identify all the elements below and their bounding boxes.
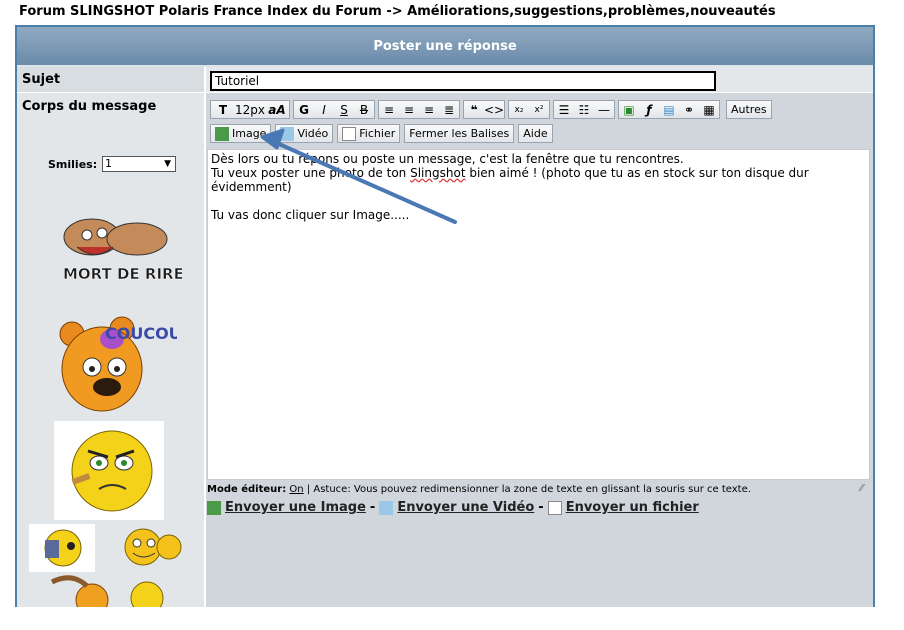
editor-mode-label: Mode éditeur:	[207, 484, 287, 495]
align-left-icon[interactable]: ≡	[379, 101, 399, 118]
script-group: x₂ x²	[508, 100, 550, 119]
file-icon	[547, 500, 562, 515]
font-type-icon[interactable]: T	[213, 101, 233, 118]
close-tags-button[interactable]: Fermer les Balises	[404, 124, 515, 143]
resize-grip-icon[interactable]: ⁄⁄	[860, 483, 863, 494]
horizontal-rule-icon[interactable]: —	[594, 101, 614, 118]
editor-tip: | Astuce: Vous pouvez redimensionner la …	[306, 484, 751, 495]
right-column: Tutoriel T 12px aA G I S B ≡ ≡ ≡ ≣ ❝ <> …	[206, 67, 873, 607]
form-header: Poster une réponse	[17, 27, 873, 65]
editor-line-5: Tu vas donc cliquer sur Image.....	[211, 208, 410, 222]
quote-group: ❝ <>	[463, 100, 505, 119]
editor-line-3: évidemment)	[211, 180, 292, 194]
list-group: ☰ ☷ —	[553, 100, 615, 119]
breadcrumb[interactable]: Forum SLINGSHOT Polaris France Index du …	[19, 4, 776, 19]
font-style-icon[interactable]: aA	[267, 101, 287, 118]
emoticon-angry-frame[interactable]	[54, 421, 164, 520]
emoticon-angry	[71, 430, 153, 512]
left-column: Sujet Corps du message Smilies: 1 ▼ MORT…	[17, 67, 204, 607]
emoticon-small-1[interactable]	[29, 524, 95, 572]
coucou-text: COUCOU	[105, 324, 177, 343]
bullet-list-icon[interactable]: ☰	[554, 101, 574, 118]
video-button[interactable]: Vidéo	[275, 124, 334, 143]
video-insert-icon[interactable]: ▤	[659, 101, 679, 118]
font-size-button[interactable]: 12px	[233, 101, 267, 118]
file-button[interactable]: Fichier	[337, 124, 401, 143]
subject-label: Sujet	[22, 72, 61, 87]
picture-icon	[207, 500, 221, 515]
editor-line-1: Dès lors ou tu répons ou poste un messag…	[211, 152, 684, 166]
align-justify-icon[interactable]: ≣	[439, 101, 459, 118]
send-video-link[interactable]: Envoyer une Vidéo	[397, 500, 534, 515]
format-group: G I S B	[293, 100, 375, 119]
smilies-select[interactable]: 1 ▼	[102, 156, 176, 172]
video-icon	[280, 126, 295, 141]
image-insert-icon[interactable]: ▣	[619, 101, 639, 118]
numbered-list-icon[interactable]: ☷	[574, 101, 594, 118]
subscript-icon[interactable]: x₂	[509, 101, 529, 118]
file-button-label: Fichier	[359, 127, 396, 140]
post-reply-form: Poster une réponse Sujet Corps du messag…	[15, 25, 875, 607]
file-icon	[342, 126, 357, 141]
link-icon[interactable]: ⚭	[679, 101, 699, 118]
chevron-down-icon: ▼	[164, 159, 171, 169]
video-icon	[379, 500, 394, 515]
editor-line-2: Tu veux poster une photo de ton Slingsho…	[211, 166, 809, 180]
image-button-label: Image	[232, 127, 267, 140]
underline-button[interactable]: S	[334, 101, 354, 118]
subject-label-cell: Sujet	[17, 67, 204, 93]
message-textarea[interactable]: Dès lors ou tu répons ou poste un messag…	[207, 149, 870, 480]
emoticon-mort-de-rire[interactable]: MORT DE RIRE	[47, 207, 182, 282]
image-button[interactable]: Image	[210, 124, 272, 143]
others-button[interactable]: Autres	[726, 100, 772, 119]
quote-icon[interactable]: ❝	[464, 101, 484, 118]
bold-button[interactable]: G	[294, 101, 314, 118]
toolbar-row-1: T 12px aA G I S B ≡ ≡ ≡ ≣ ❝ <> x₂ x² ☰ ☷…	[210, 100, 772, 119]
smilies-label: Smilies:	[48, 158, 98, 171]
smilies-select-value: 1	[105, 157, 112, 170]
italic-button[interactable]: I	[314, 101, 334, 118]
send-file-link[interactable]: Envoyer un fichier	[566, 500, 699, 515]
spell-error-word: Slingshot	[410, 166, 466, 180]
mort-de-rire-text: MORT DE RIRE	[63, 265, 182, 282]
emoticon-small-2[interactable]	[103, 525, 185, 569]
font-group: T 12px aA	[210, 100, 290, 119]
picture-icon	[215, 126, 229, 141]
form-title: Poster une réponse	[373, 38, 517, 54]
editor-mode-link[interactable]: On	[289, 484, 303, 495]
superscript-icon[interactable]: x²	[529, 101, 549, 118]
video-button-label: Vidéo	[297, 127, 329, 140]
align-right-icon[interactable]: ≡	[419, 101, 439, 118]
subject-input[interactable]: Tutoriel	[210, 71, 716, 91]
editor-hint: Mode éditeur: On | Astuce: Vous pouvez r…	[207, 484, 751, 495]
table-icon[interactable]: ▦	[699, 101, 719, 118]
align-group: ≡ ≡ ≡ ≣	[378, 100, 460, 119]
flash-icon[interactable]: ƒ	[639, 101, 659, 118]
strike-button[interactable]: B	[354, 101, 374, 118]
insert-group: ▣ ƒ ▤ ⚭ ▦	[618, 100, 720, 119]
toolbar-row-2: Image Vidéo Fichier Fermer les Balises A…	[210, 124, 553, 143]
send-image-link[interactable]: Envoyer une Image	[225, 500, 366, 515]
subject-row: Tutoriel	[206, 67, 873, 93]
code-icon[interactable]: <>	[484, 101, 504, 118]
upload-links: Envoyer une Image - Envoyer une Vidéo - …	[207, 500, 699, 515]
emoticon-coucou[interactable]: COUCOU	[57, 309, 177, 419]
emoticon-small-3[interactable]	[47, 572, 173, 607]
body-label: Corps du message	[22, 99, 157, 114]
help-button[interactable]: Aide	[518, 124, 553, 143]
align-center-icon[interactable]: ≡	[399, 101, 419, 118]
